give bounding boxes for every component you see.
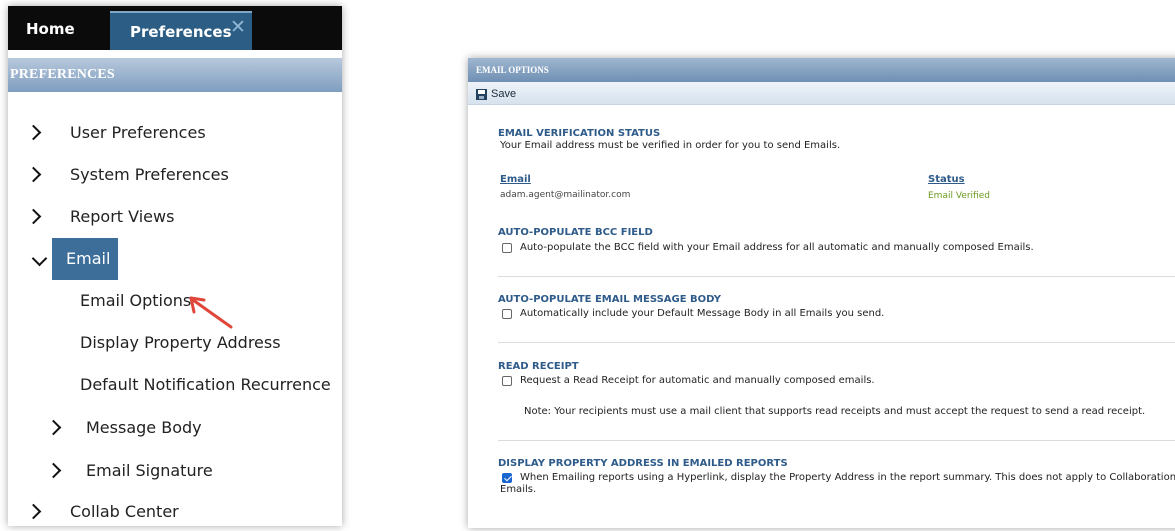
nav-item-collab-center[interactable]: Collab Center: [8, 502, 342, 526]
save-icon: [476, 88, 487, 100]
nav-item-label: Message Body: [86, 418, 202, 437]
save-button[interactable]: Save: [476, 86, 516, 102]
chevron-down-icon[interactable]: [31, 250, 48, 267]
nav-item-label: Email: [66, 249, 111, 268]
chevron-right-icon: [45, 419, 62, 436]
preferences-panel: Home Preferences ✕ PREFERENCES User Pref…: [8, 6, 342, 526]
nav-item-email-options[interactable]: Email Options: [8, 291, 342, 317]
email-column-header: Email: [500, 174, 531, 185]
nav-item-email-signature[interactable]: Email Signature: [8, 461, 342, 487]
status-column-header: Status: [928, 174, 965, 185]
chevron-right-icon: [25, 124, 42, 141]
toolbar: Save: [468, 82, 1175, 105]
nav-item-label: Default Notification Recurrence: [80, 375, 331, 394]
verification-text: Your Email address must be verified in o…: [500, 140, 841, 151]
status-value: Email Verified: [928, 191, 990, 201]
verification-title: EMAIL VERIFICATION STATUS: [498, 128, 661, 139]
preferences-header: PREFERENCES: [8, 58, 342, 92]
tab-preferences[interactable]: Preferences ✕: [110, 11, 252, 50]
read-receipt-title: READ RECEIPT: [498, 361, 579, 372]
chevron-right-icon: [25, 208, 42, 225]
save-label: Save: [491, 88, 517, 100]
annotation-arrow: [189, 296, 233, 329]
nav-item-default-notification-recurrence[interactable]: Default Notification Recurrence: [8, 375, 342, 401]
read-receipt-note: Note: Your recipients must use a mail cl…: [524, 406, 1146, 417]
nav-item-label: System Preferences: [70, 165, 229, 184]
nav-item-email[interactable]: Email: [52, 238, 118, 280]
nav-item-system-preferences[interactable]: System Preferences: [8, 165, 342, 191]
message-body-text: Automatically include your Default Messa…: [520, 308, 885, 319]
email-options-panel: EMAIL OPTIONS Save EMAIL VERIFICATION ST…: [468, 58, 1175, 528]
display-address-text: When Emailing reports using a Hyperlink,…: [520, 472, 1175, 483]
nav-item-label: Report Views: [70, 207, 175, 226]
tab-preferences-label: Preferences: [130, 23, 232, 41]
message-body-title: AUTO-POPULATE EMAIL MESSAGE BODY: [498, 294, 721, 305]
email-value: adam.agent@mailinator.com: [500, 190, 631, 200]
chevron-right-icon: [45, 462, 62, 479]
bcc-text: Auto-populate the BCC field with your Em…: [520, 242, 1034, 253]
display-address-title: DISPLAY PROPERTY ADDRESS IN EMAILED REPO…: [498, 458, 788, 469]
bcc-checkbox[interactable]: [502, 243, 512, 253]
divider: [498, 440, 1175, 441]
read-receipt-checkbox[interactable]: [502, 376, 512, 386]
nav-item-label: Display Property Address: [80, 333, 281, 352]
chevron-right-icon: [25, 166, 42, 183]
divider: [498, 276, 1175, 277]
nav-item-report-views[interactable]: Report Views: [8, 207, 342, 233]
nav-item-label: User Preferences: [70, 123, 206, 142]
nav-item-label: Collab Center: [70, 502, 179, 521]
tab-home[interactable]: Home: [26, 20, 75, 38]
nav-item-label: Email Signature: [86, 461, 213, 480]
email-options-header: EMAIL OPTIONS: [468, 58, 1175, 82]
preferences-header-label: PREFERENCES: [10, 67, 115, 82]
tab-bar: Home Preferences ✕: [8, 6, 342, 50]
chevron-right-icon: [25, 503, 42, 520]
message-body-checkbox[interactable]: [502, 309, 512, 319]
nav-item-label: Email Options: [80, 291, 192, 310]
display-address-text-continued: Emails.: [500, 484, 537, 495]
read-receipt-text: Request a Read Receipt for automatic and…: [520, 375, 875, 386]
divider: [498, 342, 1175, 343]
close-icon[interactable]: ✕: [230, 16, 246, 39]
bcc-title: AUTO-POPULATE BCC FIELD: [498, 227, 653, 238]
display-address-checkbox[interactable]: [502, 473, 512, 483]
nav-item-display-property-address[interactable]: Display Property Address: [8, 333, 342, 359]
nav-item-user-preferences[interactable]: User Preferences: [8, 123, 342, 149]
nav-item-message-body[interactable]: Message Body: [8, 418, 342, 444]
email-options-title: EMAIL OPTIONS: [476, 65, 549, 75]
